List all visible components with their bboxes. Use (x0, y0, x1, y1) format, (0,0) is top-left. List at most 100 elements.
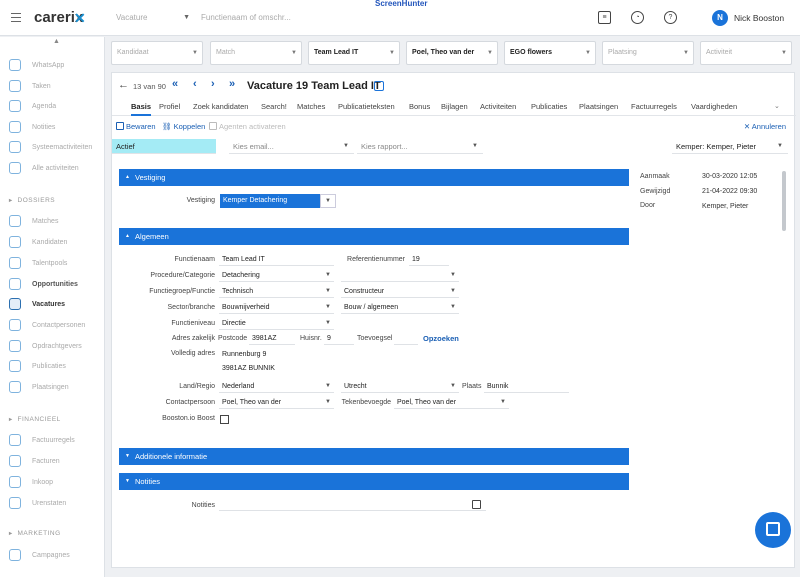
tabs-more-icon[interactable]: ⌄ (774, 102, 780, 110)
section-additionele-header[interactable]: Additionele informatie (119, 448, 629, 465)
tab-search[interactable]: Search! (261, 102, 287, 111)
vestiging-select[interactable]: Kemper Detachering (220, 194, 320, 208)
user-name[interactable]: Nick Booston (734, 13, 784, 23)
section-vestiging-header[interactable]: Vestiging (119, 169, 629, 186)
chat-button[interactable] (755, 512, 791, 548)
tab-bijlagen[interactable]: Bijlagen (441, 102, 468, 111)
opzoeken-button[interactable]: Opzoeken (423, 334, 459, 343)
whatsapp-icon (9, 59, 21, 71)
sidebar-item-systeemactiviteiten[interactable]: Systeemactiviteiten (9, 140, 92, 154)
postcode-field[interactable]: 3981AZ (249, 332, 295, 345)
regio-select[interactable]: Utrecht ▼ (341, 380, 459, 393)
branche-select[interactable]: Bouw / algemeen ▼ (341, 301, 459, 314)
tab-publicaties[interactable]: Publicaties (531, 102, 567, 111)
tab-bonus[interactable]: Bonus (409, 102, 430, 111)
tab-activiteiten[interactable]: Activiteiten (480, 102, 516, 111)
functieniveau-select[interactable]: Directie ▼ (219, 317, 334, 330)
tab-bar: Basis Profiel Zoek kandidaten Search! Ma… (112, 100, 796, 116)
sidebar-item-whatsapp[interactable]: WhatsApp (9, 58, 64, 72)
tab-basis[interactable]: Basis (131, 102, 152, 116)
sidebar-item-opportunities[interactable]: Opportunities (9, 277, 78, 291)
tab-factuurregels[interactable]: Factuurregels (631, 102, 677, 111)
functienaam-field[interactable]: Team Lead IT (219, 253, 334, 266)
sidebar-item-factuurregels[interactable]: Factuurregels (9, 433, 75, 447)
sidebar-item-plaatsingen[interactable]: Plaatsingen (9, 380, 69, 394)
tab-zoek-kandidaten[interactable]: Zoek kandidaten (193, 102, 248, 111)
prev-record-icon[interactable]: ‹ (193, 78, 197, 90)
entity-type-select[interactable]: Vacature ▼ (116, 9, 194, 27)
help-icon[interactable]: ? (664, 11, 677, 24)
document-icon[interactable]: ≡ (598, 11, 611, 24)
back-arrow-icon[interactable]: ← (118, 79, 129, 91)
scrollbar[interactable] (782, 171, 786, 231)
sidebar-item-notities[interactable]: Notities (9, 120, 55, 134)
menu-icon[interactable] (11, 13, 21, 25)
sidebar-item-agenda[interactable]: Agenda (9, 99, 56, 113)
filter-contactpersoon[interactable]: Poel, Theo van der ▼ (406, 41, 498, 65)
sidebar-item-kandidaten[interactable]: Kandidaten (9, 235, 67, 249)
toevoegsel-field[interactable] (394, 332, 418, 345)
functie-select[interactable]: Constructeur ▼ (341, 285, 459, 298)
dashboard-icon[interactable]: ◔ (631, 11, 644, 24)
filter-match[interactable]: Match ▼ (210, 41, 302, 65)
section-marketing[interactable]: ▸ MARKETING (9, 530, 61, 537)
first-record-icon[interactable]: « (172, 78, 178, 90)
sidebar-item-matches[interactable]: Matches (9, 214, 58, 228)
sidebar-item-inkoop[interactable]: Inkoop (9, 475, 53, 489)
procedure-select[interactable]: Detachering ▼ (219, 269, 334, 282)
sidebar-item-publicaties[interactable]: Publicaties (9, 359, 66, 373)
email-select[interactable]: Kies email... ▼ (229, 139, 354, 154)
sidebar-item-taken[interactable]: Taken (9, 79, 51, 93)
search-input[interactable]: Functienaam of omschr... (201, 9, 309, 27)
save-button[interactable]: Bewaren (116, 122, 156, 131)
sidebar-item-vacatures[interactable]: Vacatures (9, 297, 65, 311)
functiegroep-select[interactable]: Technisch ▼ (219, 285, 334, 298)
tab-plaatsingen[interactable]: Plaatsingen (579, 102, 618, 111)
referentie-field[interactable]: 19 (409, 253, 449, 266)
last-record-icon[interactable]: » (229, 78, 235, 90)
huisnr-field[interactable]: 9 (324, 332, 354, 345)
land-select[interactable]: Nederland ▼ (219, 380, 334, 393)
sidebar-item-campagnes[interactable]: Campagnes (9, 548, 70, 562)
section-notities-header[interactable]: Notities (119, 473, 629, 490)
sidebar-item-alle-activiteiten[interactable]: Alle activiteiten (9, 161, 79, 175)
filter-vacature[interactable]: Team Lead IT ▼ (308, 41, 400, 65)
tab-matches[interactable]: Matches (297, 102, 325, 111)
tab-vaardigheden[interactable]: Vaardigheden (691, 102, 737, 111)
record-counter: 13 van 90 (133, 82, 166, 91)
agent-icon (209, 122, 217, 130)
sidebar-item-facturen[interactable]: Facturen (9, 454, 60, 468)
notities-field[interactable] (219, 498, 486, 511)
filter-activiteit[interactable]: Activiteit ▼ (700, 41, 792, 65)
next-record-icon[interactable]: › (211, 78, 215, 90)
sector-select[interactable]: Bouwnijverheid ▼ (219, 301, 334, 314)
section-financieel[interactable]: ▸ FINANCIEEL (9, 416, 61, 423)
link-button[interactable]: ⛓ Koppelen (162, 122, 205, 131)
status-select[interactable]: Actief (112, 139, 216, 154)
filter-kandidaat[interactable]: Kandidaat ▼ (111, 41, 203, 65)
plaats-field[interactable]: Bunnik (484, 380, 569, 393)
tekenbevoegde-select[interactable]: Poel, Theo van der ▼ (394, 396, 509, 409)
sidebar-item-urenstaten[interactable]: Urenstaten (9, 496, 66, 510)
sidebar-item-talentpools[interactable]: Talentpools (9, 256, 67, 270)
sidebar-item-opdrachtgevers[interactable]: Opdrachtgevers (9, 339, 82, 353)
tab-publicatieteksten[interactable]: Publicatieteksten (338, 102, 395, 111)
owner-select[interactable]: Kemper: Kemper, Pieter ▼ (672, 139, 788, 154)
boost-label: Booston.io Boost (162, 415, 215, 422)
chevron-down-icon[interactable]: ▼ (320, 194, 336, 208)
section-dossiers[interactable]: ▸ DOSSIERS (9, 197, 55, 204)
filter-opdrachtgever[interactable]: EGO flowers ▼ (504, 41, 596, 65)
copy-icon[interactable] (374, 81, 384, 91)
report-select[interactable]: Kies rapport... ▼ (357, 139, 483, 154)
boost-checkbox[interactable] (220, 415, 229, 424)
contactpersoon-select[interactable]: Poel, Theo van der ▼ (219, 396, 334, 409)
sidebar-item-contactpersonen[interactable]: Contactpersonen (9, 318, 85, 332)
section-algemeen-header[interactable]: Algemeen (119, 228, 629, 245)
avatar[interactable]: N (712, 10, 728, 26)
tab-profiel[interactable]: Profiel (159, 102, 180, 111)
scroll-up-icon[interactable]: ▲ (53, 38, 60, 45)
categorie-select[interactable]: ▼ (341, 269, 459, 282)
filter-plaatsing[interactable]: Plaatsing ▼ (602, 41, 694, 65)
cancel-button[interactable]: ✕ Annuleren (744, 122, 786, 131)
calendar-icon[interactable] (472, 500, 481, 509)
